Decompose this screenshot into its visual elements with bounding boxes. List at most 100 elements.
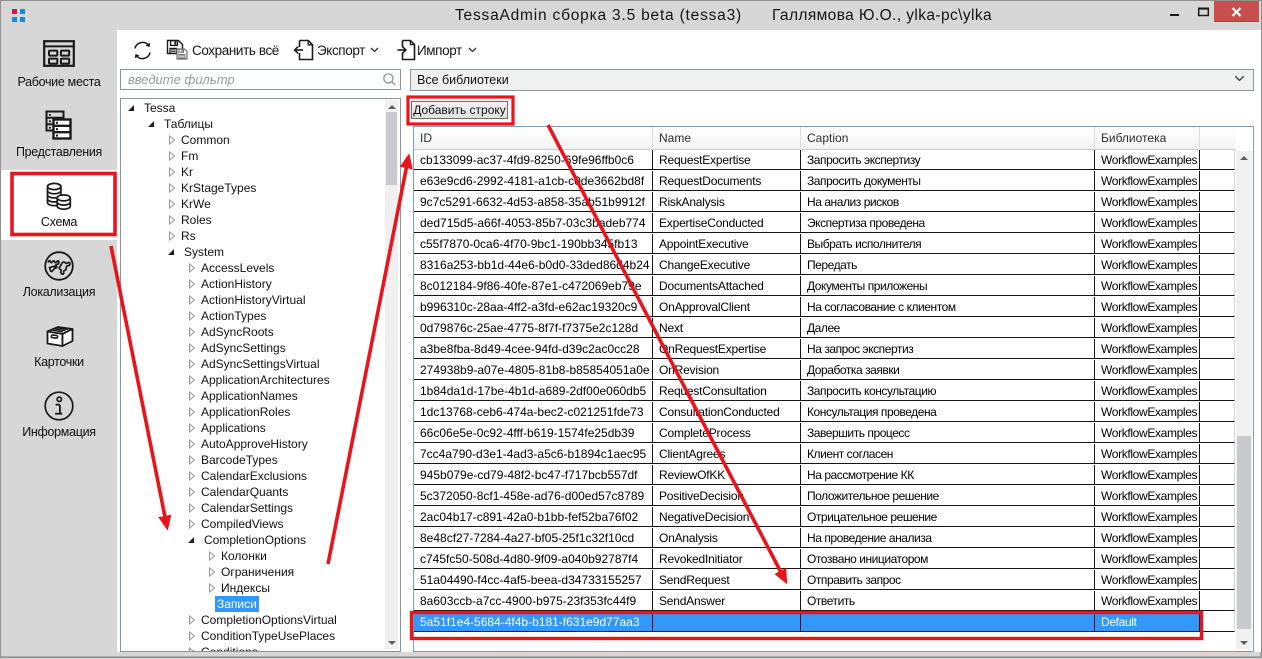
- tree-expander-collapsed-icon[interactable]: [188, 343, 199, 353]
- grid-cell-name[interactable]: SendRequest: [653, 570, 801, 590]
- grid-cell-caption[interactable]: На анализ рисков: [801, 192, 1095, 212]
- tree-node-ActionHistory[interactable]: ActionHistory: [121, 276, 384, 292]
- tree-node-Kr[interactable]: Kr: [121, 164, 384, 180]
- grid-cell-library[interactable]: WorkflowExamples: [1095, 318, 1200, 338]
- grid-cell-id[interactable]: 8c012184-9f86-40fe-87e1-c472069eb79e: [414, 276, 653, 296]
- grid-scrollbar-thumb[interactable]: [1237, 436, 1251, 629]
- tree-node-Roles[interactable]: Roles: [121, 212, 384, 228]
- tree-node-CompletionOptionsVirtual[interactable]: CompletionOptionsVirtual: [121, 612, 384, 628]
- grid-cell-name[interactable]: ChangeExecutive: [653, 255, 801, 275]
- grid-cell-id[interactable]: 5c372050-8cf1-458e-ad76-d00ed57c8789: [414, 486, 653, 506]
- grid-row[interactable]: c745fc50-508d-4d80-9f09-a040b92787f4Revo…: [414, 549, 1235, 570]
- grid-cell-id[interactable]: 8e48cf27-7284-4a27-bf05-25f1c32f10cd: [414, 528, 653, 548]
- export-button[interactable]: [293, 39, 315, 66]
- tree-node-CompiledViews[interactable]: CompiledViews: [121, 516, 384, 532]
- grid-row[interactable]: 2ac04b17-c891-42a0-b1bb-fef52ba76f02Nega…: [414, 507, 1235, 528]
- grid-cell-caption[interactable]: Консультация проведена: [801, 402, 1095, 422]
- tree-expander-collapsed-icon[interactable]: [188, 439, 199, 449]
- grid-row[interactable]: 7cc4a790-d3e1-4ad3-a5c6-b1894c1aec95Clie…: [414, 444, 1235, 465]
- grid-cell-caption[interactable]: Клиент согласен: [801, 444, 1095, 464]
- grid-cell-caption[interactable]: Доработка заявки: [801, 360, 1095, 380]
- tree-expander-collapsed-icon[interactable]: [208, 583, 219, 593]
- grid-scrollbar[interactable]: [1236, 151, 1252, 649]
- grid-cell-name[interactable]: RequestDocuments: [653, 171, 801, 191]
- grid-cell-library[interactable]: WorkflowExamples: [1095, 234, 1200, 254]
- tree-node-Rs[interactable]: Rs: [121, 228, 384, 244]
- tree-expander-collapsed-icon[interactable]: [168, 167, 179, 177]
- tree-expander-collapsed-icon[interactable]: [188, 503, 199, 513]
- grid-cell-name[interactable]: AppointExecutive: [653, 234, 801, 254]
- tree-expander-collapsed-icon[interactable]: [188, 391, 199, 401]
- tree-expander-collapsed-icon[interactable]: [188, 647, 199, 651]
- tree-expander-collapsed-icon[interactable]: [188, 263, 199, 273]
- grid-cell-id[interactable]: 5a51f1e4-5684-4f4b-b181-f631e9d77aa3: [414, 612, 653, 632]
- grid-cell-id[interactable]: 1b84da1d-17be-4b1d-a689-2df00e060db5: [414, 381, 653, 401]
- grid-cell-id[interactable]: c745fc50-508d-4d80-9f09-a040b92787f4: [414, 549, 653, 569]
- sidebar-item-views[interactable]: Представления: [1, 100, 117, 170]
- tree-expander-collapsed-icon[interactable]: [188, 311, 199, 321]
- grid-row[interactable]: 8e48cf27-7284-4a27-bf05-25f1c32f10cdOnAn…: [414, 528, 1235, 549]
- tree-expander-collapsed-icon[interactable]: [188, 631, 199, 641]
- minimize-button[interactable]: [1156, 1, 1192, 22]
- tree-node-Колонки[interactable]: Колонки: [121, 548, 384, 564]
- grid-cell-id[interactable]: 8a603ccb-a7cc-4900-b975-23f353fc44f9: [414, 591, 653, 611]
- tree-expander-collapsed-icon[interactable]: [188, 519, 199, 529]
- import-button[interactable]: [395, 39, 417, 66]
- grid-cell-caption[interactable]: Экспертиза проведена: [801, 213, 1095, 233]
- grid-cell-caption[interactable]: Документы приложены: [801, 276, 1095, 296]
- tree-node-Tessa[interactable]: Tessa: [121, 100, 384, 116]
- grid-cell-name[interactable]: RevokedInitiator: [653, 549, 801, 569]
- grid-cell-library[interactable]: WorkflowExamples: [1095, 570, 1200, 590]
- grid-cell-id[interactable]: 274938b9-a07e-4805-81b8-b85854051a0e: [414, 360, 653, 380]
- tree-node-AccessLevels[interactable]: AccessLevels: [121, 260, 384, 276]
- grid-cell-caption[interactable]: Далее: [801, 318, 1095, 338]
- grid-row[interactable]: c55f7870-0ca6-4f70-9bc1-190bb345fb13Appo…: [414, 234, 1235, 255]
- grid-cell-library[interactable]: WorkflowExamples: [1095, 276, 1200, 296]
- grid-cell-name[interactable]: Next: [653, 318, 801, 338]
- tree-node-AdSyncSettings[interactable]: AdSyncSettings: [121, 340, 384, 356]
- tree-node-ConditionTypeUsePlaces[interactable]: ConditionTypeUsePlaces: [121, 628, 384, 644]
- grid-cell-name[interactable]: CompleteProcess: [653, 423, 801, 443]
- grid-row[interactable]: 9c7c5291-6632-4d53-a858-35ab51b9912fRisk…: [414, 192, 1235, 213]
- grid-row[interactable]: a3be8fba-8d49-4cee-94fd-d39c2ac0cc28OnRe…: [414, 339, 1235, 360]
- grid-cell-library[interactable]: WorkflowExamples: [1095, 192, 1200, 212]
- tree-expander-expanded-icon[interactable]: [128, 105, 142, 111]
- grid-cell-id[interactable]: 7cc4a790-d3e1-4ad3-a5c6-b1894c1aec95: [414, 444, 653, 464]
- grid-cell-caption[interactable]: Ответить: [801, 591, 1095, 611]
- grid-cell-library[interactable]: WorkflowExamples: [1095, 444, 1200, 464]
- refresh-button[interactable]: [132, 40, 153, 66]
- tree-node-ApplicationRoles[interactable]: ApplicationRoles: [121, 404, 384, 420]
- grid-row[interactable]: 0d79876c-25ae-4775-8f7f-f7375e2c128dNext…: [414, 318, 1235, 339]
- export-label[interactable]: Экспорт: [317, 40, 365, 61]
- tree-expander-collapsed-icon[interactable]: [168, 183, 179, 193]
- tree-node-ApplicationArchitectures[interactable]: ApplicationArchitectures: [121, 372, 384, 388]
- save-all-button[interactable]: [166, 39, 189, 66]
- tree-scrollbar-thumb[interactable]: [386, 112, 397, 185]
- grid-cell-name[interactable]: OnRequestExpertise: [653, 339, 801, 359]
- tree-node-System[interactable]: System: [121, 244, 384, 260]
- grid-cell-library[interactable]: WorkflowExamples: [1095, 486, 1200, 506]
- grid-cell-name[interactable]: ConsultationConducted: [653, 402, 801, 422]
- tree-expander-collapsed-icon[interactable]: [188, 279, 199, 289]
- tree-expander-collapsed-icon[interactable]: [188, 471, 199, 481]
- grid-cell-id[interactable]: a3be8fba-8d49-4cee-94fd-d39c2ac0cc28: [414, 339, 653, 359]
- tree-expander-collapsed-icon[interactable]: [168, 231, 179, 241]
- grid-cell-name[interactable]: OnRevision: [653, 360, 801, 380]
- grid-cell-library[interactable]: WorkflowExamples: [1095, 150, 1200, 170]
- tree-node-CalendarSettings[interactable]: CalendarSettings: [121, 500, 384, 516]
- grid-cell-caption[interactable]: [801, 612, 1095, 632]
- grid-cell-id[interactable]: 1dc13768-ceb6-474a-bec2-c021251fde73: [414, 402, 653, 422]
- grid-cell-caption[interactable]: На рассмотрение КК: [801, 465, 1095, 485]
- sidebar-item-information[interactable]: Информация: [1, 380, 117, 450]
- tree-node-ApplicationNames[interactable]: ApplicationNames: [121, 388, 384, 404]
- grid-row[interactable]: 8316a253-bb1d-44e6-b0d0-33ded86d4b24Chan…: [414, 255, 1235, 276]
- tree-expander-collapsed-icon[interactable]: [188, 295, 199, 305]
- sidebar-item-schema-database[interactable]: Схема: [1, 170, 117, 240]
- grid-cell-caption[interactable]: Отправить запрос: [801, 570, 1095, 590]
- grid-row[interactable]: 1b84da1d-17be-4b1d-a689-2df00e060db5Requ…: [414, 381, 1235, 402]
- tree-expander-collapsed-icon[interactable]: [208, 551, 219, 561]
- tree-node-AdSyncSettingsVirtual[interactable]: AdSyncSettingsVirtual: [121, 356, 384, 372]
- tree-node-KrWe[interactable]: KrWe: [121, 196, 384, 212]
- grid-cell-library[interactable]: WorkflowExamples: [1095, 549, 1200, 569]
- grid-cell-id[interactable]: 0d79876c-25ae-4775-8f7f-f7375e2c128d: [414, 318, 653, 338]
